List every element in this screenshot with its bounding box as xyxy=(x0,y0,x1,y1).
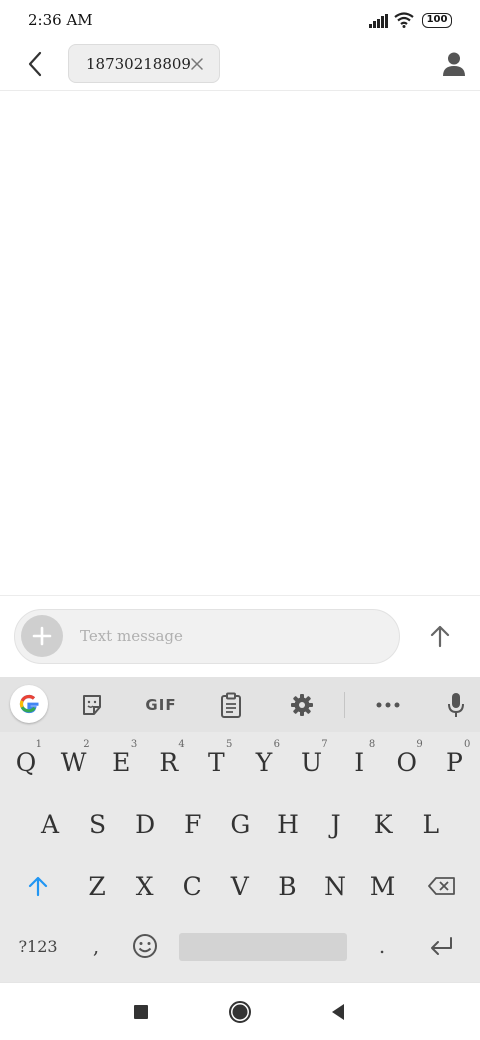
key-label: R xyxy=(159,747,179,777)
key-e[interactable]: E3 xyxy=(97,733,145,791)
key-label: Y xyxy=(255,747,273,777)
key-i[interactable]: I8 xyxy=(335,733,383,791)
key-c[interactable]: C xyxy=(168,857,216,915)
back-icon[interactable] xyxy=(323,997,353,1027)
key-r[interactable]: R4 xyxy=(145,733,193,791)
key-label: Q xyxy=(15,747,37,777)
key-o[interactable]: O9 xyxy=(383,733,431,791)
clipboard-icon[interactable] xyxy=(215,689,247,721)
message-input[interactable] xyxy=(80,620,380,652)
google-g-icon xyxy=(19,694,39,714)
key-hint: 7 xyxy=(321,739,328,750)
plus-icon xyxy=(32,626,52,646)
recipient-chip[interactable]: 18730218809 xyxy=(68,44,220,83)
key-hint: 0 xyxy=(464,739,471,750)
key-m[interactable]: M xyxy=(359,857,407,915)
key-s[interactable]: S xyxy=(74,795,122,853)
wifi-icon xyxy=(394,12,414,28)
recents-icon[interactable] xyxy=(126,997,156,1027)
key-hint: 1 xyxy=(35,739,42,750)
key-d[interactable]: D xyxy=(121,795,169,853)
key-g[interactable]: G xyxy=(216,795,264,853)
gear-icon[interactable] xyxy=(286,689,318,721)
signal-icon xyxy=(369,14,388,28)
key-label: U xyxy=(301,747,323,777)
emoji-icon xyxy=(133,934,157,958)
key-k[interactable]: K xyxy=(359,795,407,853)
recipient-number: 18730218809 xyxy=(86,54,191,73)
back-button[interactable] xyxy=(18,45,52,83)
key-label: O xyxy=(396,747,418,777)
key-label: I xyxy=(354,747,365,777)
symbols-key[interactable]: ?123 xyxy=(10,918,66,974)
key-hint: 5 xyxy=(226,739,233,750)
shift-icon xyxy=(28,876,48,897)
key-hint: 2 xyxy=(83,739,90,750)
key-hint: 6 xyxy=(273,739,280,750)
key-label: T xyxy=(208,747,225,777)
more-icon[interactable] xyxy=(372,689,404,721)
arrow-up-icon xyxy=(430,625,450,648)
send-button[interactable] xyxy=(422,618,458,654)
key-y[interactable]: Y6 xyxy=(240,733,288,791)
backspace-key[interactable] xyxy=(420,857,464,915)
gif-icon[interactable]: GIF xyxy=(140,689,182,721)
key-hint: 9 xyxy=(416,739,423,750)
chevron-left-icon xyxy=(28,51,42,77)
key-label: W xyxy=(60,747,87,777)
key-x[interactable]: X xyxy=(121,857,169,915)
status-time: 2:36 AM xyxy=(28,11,93,29)
shift-key[interactable] xyxy=(16,857,60,915)
key-hint: 3 xyxy=(130,739,138,750)
key-l[interactable]: L xyxy=(407,795,455,853)
backspace-icon xyxy=(428,877,455,895)
key-v[interactable]: V xyxy=(216,857,264,915)
key-n[interactable]: N xyxy=(311,857,359,915)
key-q[interactable]: Q1 xyxy=(2,733,50,791)
key-h[interactable]: H xyxy=(264,795,312,853)
key-hint: 4 xyxy=(178,739,185,750)
toolbar-divider xyxy=(344,692,345,718)
key-label: P xyxy=(445,747,463,777)
mic-icon[interactable] xyxy=(440,689,472,721)
period-key[interactable]: . xyxy=(360,918,404,974)
emoji-key[interactable] xyxy=(122,918,168,974)
key-p[interactable]: P0 xyxy=(430,733,478,791)
key-hint: 8 xyxy=(368,739,376,750)
header-divider xyxy=(0,90,480,91)
key-u[interactable]: U7 xyxy=(288,733,336,791)
comma-key[interactable]: , xyxy=(74,918,118,974)
key-j[interactable]: J xyxy=(312,795,360,853)
key-f[interactable]: F xyxy=(169,795,217,853)
key-b[interactable]: B xyxy=(263,857,311,915)
battery-icon: 100 xyxy=(422,13,452,28)
home-icon[interactable] xyxy=(225,997,255,1027)
compose-divider xyxy=(0,595,480,596)
key-label: E xyxy=(112,747,131,777)
enter-key[interactable] xyxy=(418,918,464,974)
key-w[interactable]: W2 xyxy=(50,733,98,791)
enter-icon xyxy=(431,937,452,955)
key-a[interactable]: A xyxy=(26,795,74,853)
space-key[interactable] xyxy=(179,933,347,961)
sticker-icon[interactable] xyxy=(76,689,108,721)
key-z[interactable]: Z xyxy=(73,857,121,915)
key-t[interactable]: T5 xyxy=(192,733,240,791)
close-icon[interactable] xyxy=(189,56,205,72)
person-icon[interactable] xyxy=(440,50,468,78)
google-icon[interactable] xyxy=(10,685,48,723)
attach-button[interactable] xyxy=(21,615,63,657)
